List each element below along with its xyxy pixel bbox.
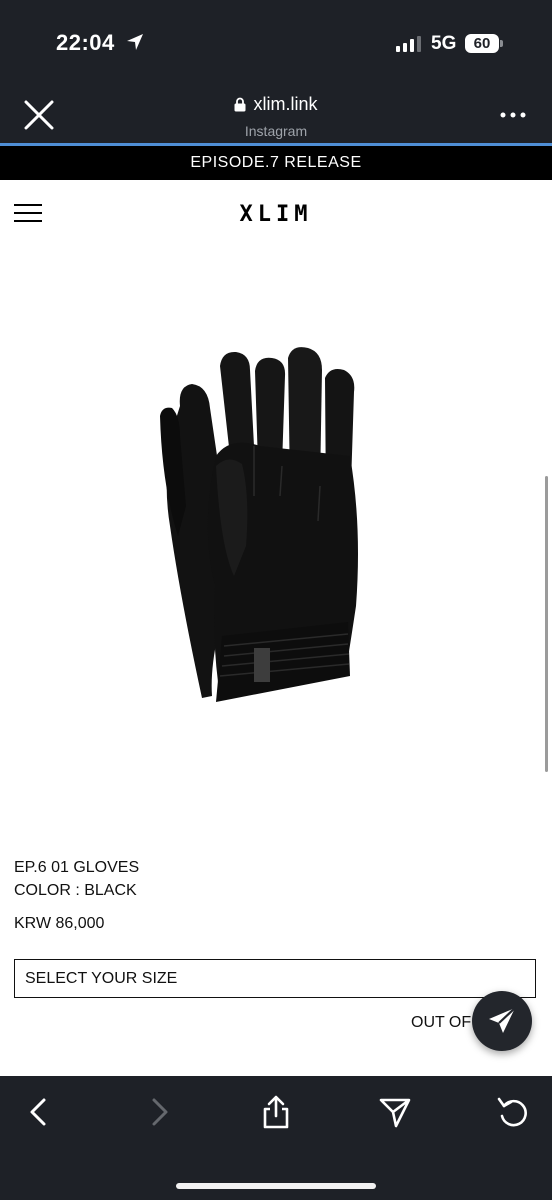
url-text: xlim.link xyxy=(253,94,318,114)
browser-toolbar xyxy=(0,1076,552,1200)
share-button[interactable] xyxy=(472,991,532,1051)
share-icon xyxy=(489,1007,516,1033)
reload-icon[interactable] xyxy=(495,1094,531,1130)
lock-icon xyxy=(234,97,246,112)
announcement-bar[interactable]: EPISODE.7 RELEASE xyxy=(0,146,552,180)
product-image[interactable] xyxy=(150,346,400,716)
url-line: xlim.link xyxy=(234,94,318,115)
site-logo[interactable]: XLIM xyxy=(0,202,552,227)
product-name: EP.6 01 GLOVES xyxy=(14,859,140,876)
web-page: EPISODE.7 RELEASE XLIM EP.6 01 GLOVES CO… xyxy=(0,146,552,1076)
network-type: 5G xyxy=(431,33,457,54)
chevron-left-icon[interactable] xyxy=(22,1094,58,1130)
status-bar: 22:04 5G 60 xyxy=(0,0,552,88)
battery-icon: 60 xyxy=(465,34,499,53)
upload-icon[interactable] xyxy=(258,1094,294,1130)
in-app-browser-bar: xlim.link Instagram xyxy=(0,88,552,144)
size-select[interactable]: SELECT YOUR SIZE xyxy=(14,959,536,998)
product-color: COLOR : BLACK xyxy=(14,882,137,899)
send-icon[interactable] xyxy=(377,1094,413,1130)
more-icon[interactable] xyxy=(499,110,527,120)
clock: 22:04 xyxy=(56,30,115,55)
chevron-right-icon[interactable] xyxy=(140,1094,176,1130)
cellular-signal-icon xyxy=(396,36,421,52)
home-indicator[interactable] xyxy=(176,1183,376,1189)
site-header: XLIM xyxy=(0,180,552,250)
product-price: KRW 86,000 xyxy=(14,915,105,932)
url-area: xlim.link Instagram xyxy=(0,94,552,139)
location-arrow-icon xyxy=(127,34,143,50)
scroll-indicator[interactable] xyxy=(545,476,548,772)
product-info: EP.6 01 GLOVES COLOR : BLACK KRW 86,000 xyxy=(14,856,139,935)
source-app-label: Instagram xyxy=(244,123,308,139)
battery-tip xyxy=(500,40,503,47)
